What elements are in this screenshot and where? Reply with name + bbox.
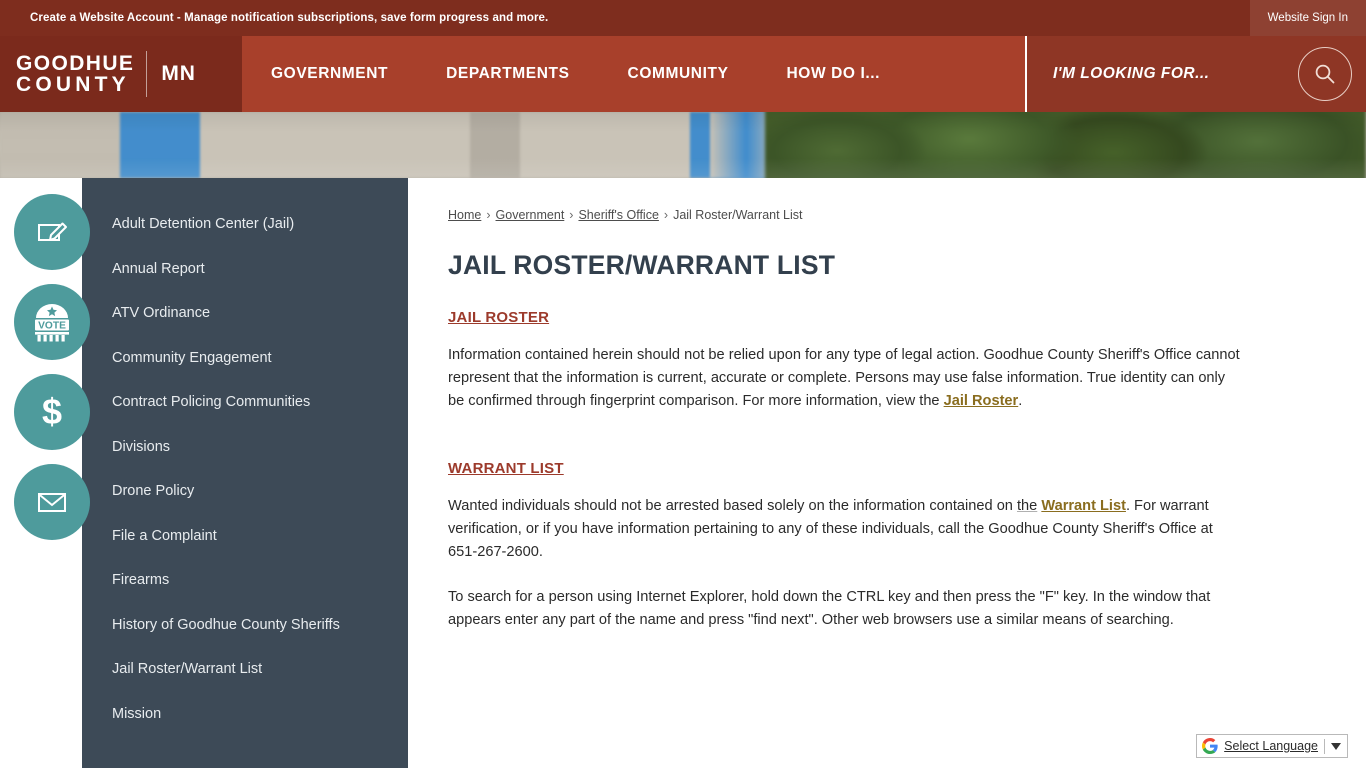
nav-item-departments[interactable]: DEPARTMENTS	[417, 36, 598, 112]
logo-line-1: GOODHUE	[16, 51, 135, 75]
sidebar-item-divisions[interactable]: Divisions	[82, 425, 408, 470]
sidebar-item-atv-ordinance[interactable]: ATV Ordinance	[82, 291, 408, 336]
hero-overlay	[0, 112, 1366, 178]
google-translate-widget[interactable]: Select Language	[1196, 734, 1348, 758]
warrant-list-text-start: Wanted individuals should not be arreste…	[448, 497, 1017, 514]
translate-label[interactable]: Select Language	[1224, 739, 1318, 753]
website-sign-in-button[interactable]: Website Sign In	[1249, 0, 1366, 36]
search-icon[interactable]	[1298, 47, 1352, 101]
main-navigation-bar: GOODHUE COUNTY MN GOVERNMENT DEPARTMENTS…	[0, 36, 1366, 112]
search-area: I'M LOOKING FOR...	[1025, 36, 1366, 112]
im-looking-for-button[interactable]: I'M LOOKING FOR...	[1053, 65, 1210, 83]
sidebar-item-contract-policing-communities[interactable]: Contract Policing Communities	[82, 380, 408, 425]
sidebar-item-jail-roster-warrant-list[interactable]: Jail Roster/Warrant List	[82, 647, 408, 692]
vote-icon[interactable]: VOTE	[14, 284, 90, 360]
hero-banner-image	[0, 112, 1366, 178]
nav-item-government[interactable]: GOVERNMENT	[242, 36, 417, 112]
breadcrumb-separator: ›	[486, 208, 491, 222]
dollar-sign-icon[interactable]: $	[14, 374, 90, 450]
state-abbreviation: MN	[161, 62, 196, 85]
warrant-list-heading-link[interactable]: WARRANT LIST	[448, 460, 564, 477]
breadcrumb-item-government[interactable]: Government	[496, 208, 565, 222]
breadcrumb-item-current: Jail Roster/Warrant List	[673, 208, 803, 222]
google-g-icon	[1202, 738, 1218, 754]
page-body: Adult Detention Center (Jail) Annual Rep…	[0, 178, 1366, 768]
sidebar-item-annual-report[interactable]: Annual Report	[82, 247, 408, 292]
breadcrumb: Home › Government › Sheriff's Office › Jail Ro…	[448, 208, 1248, 222]
primary-nav-items: GOVERNMENT DEPARTMENTS COMMUNITY HOW DO …	[242, 36, 1025, 112]
breadcrumb-item-sheriffs-office[interactable]: Sheriff's Office	[578, 208, 658, 222]
jail-roster-inline-link[interactable]: Jail Roster	[944, 393, 1019, 409]
jail-roster-paragraph: Information contained herein should not …	[448, 344, 1243, 414]
quick-link-icon-column: VOTE $	[14, 194, 90, 554]
sidebar-item-mission[interactable]: Mission	[82, 692, 408, 737]
section-sidebar-nav: Adult Detention Center (Jail) Annual Rep…	[82, 178, 408, 768]
jail-roster-text-start: Information contained herein should not …	[448, 347, 1240, 410]
sidebar-item-drone-policy[interactable]: Drone Policy	[82, 469, 408, 514]
translate-divider	[1324, 738, 1325, 754]
svg-text:VOTE: VOTE	[38, 320, 66, 331]
jail-roster-heading-link[interactable]: JAIL ROSTER	[448, 309, 549, 326]
site-logo[interactable]: GOODHUE COUNTY MN	[0, 36, 242, 112]
logo-line-2: COUNTY	[16, 73, 130, 96]
logo-divider	[146, 51, 148, 97]
main-content: Home › Government › Sheriff's Office › Jail Ro…	[408, 178, 1366, 768]
warrant-list-emphasis-word: the	[1016, 497, 1038, 514]
jail-roster-text-end: .	[1018, 393, 1023, 410]
top-utility-bar: Create a Website Account - Manage notifi…	[0, 0, 1366, 36]
warrant-list-paragraph: Wanted individuals should not be arreste…	[448, 495, 1243, 565]
chevron-down-icon[interactable]	[1331, 742, 1341, 750]
sidebar-item-firearms[interactable]: Firearms	[82, 558, 408, 603]
nav-item-community[interactable]: COMMUNITY	[599, 36, 758, 112]
sidebar-item-file-a-complaint[interactable]: File a Complaint	[82, 514, 408, 559]
sidebar-item-adult-detention-center[interactable]: Adult Detention Center (Jail)	[82, 202, 408, 247]
create-account-message[interactable]: Create a Website Account - Manage notifi…	[30, 12, 548, 24]
sidebar-item-history-of-goodhue-county-sheriffs[interactable]: History of Goodhue County Sheriffs	[82, 603, 408, 648]
breadcrumb-item-home[interactable]: Home	[448, 208, 481, 222]
page-title: JAIL ROSTER/WARRANT LIST	[448, 250, 836, 280]
breadcrumb-separator: ›	[569, 208, 574, 222]
svg-text:$: $	[42, 391, 62, 432]
search-instructions-paragraph: To search for a person using Internet Ex…	[448, 589, 1211, 629]
warrant-list-inline-link[interactable]: Warrant List	[1041, 498, 1126, 514]
breadcrumb-separator: ›	[663, 208, 669, 222]
sidebar-item-community-engagement[interactable]: Community Engagement	[82, 336, 408, 381]
left-column: Adult Detention Center (Jail) Annual Rep…	[0, 178, 408, 768]
logo-wordmark: GOODHUE COUNTY	[16, 51, 135, 96]
form-pencil-icon[interactable]	[14, 194, 90, 270]
nav-item-how-do-i[interactable]: HOW DO I...	[758, 36, 910, 112]
envelope-icon[interactable]	[14, 464, 90, 540]
